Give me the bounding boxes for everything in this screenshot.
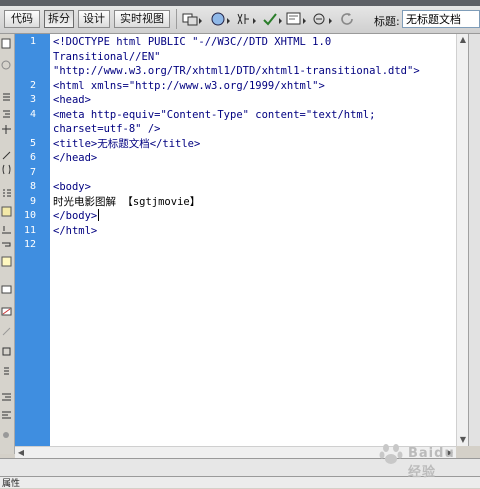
hidden-characters-icon[interactable] (1, 256, 12, 267)
indent-code-icon[interactable] (1, 392, 12, 403)
line-numbers-icon[interactable] (1, 188, 12, 199)
file-management-icon[interactable] (236, 11, 258, 27)
move-css-icon[interactable] (1, 366, 12, 377)
code-line: <html xmlns="http://www.w3.org/1999/xhtm… (53, 79, 325, 92)
code-line: <meta http-equiv="Content-Type" content=… (53, 108, 376, 121)
line-number: 7 (29, 166, 36, 178)
line-number: 2 (29, 79, 36, 91)
line-number: 9 (29, 195, 36, 207)
right-panel-edge (468, 34, 480, 446)
open-documents-icon[interactable] (1, 38, 12, 49)
collapse-selection-icon[interactable] (1, 108, 12, 119)
browser-compat-icon[interactable] (312, 11, 334, 27)
watermark-text: Baidu 经验 (408, 446, 455, 480)
line-number-gutter: 1 2 3 4 5 6 7 8 9 10 11 12 (15, 34, 50, 446)
line-number: 6 (29, 152, 36, 163)
code-line: <head> (53, 94, 91, 106)
remove-comment-icon[interactable] (1, 306, 12, 317)
line-number: 3 (29, 94, 36, 105)
code-line: </html> (53, 224, 98, 237)
format-source-icon[interactable] (1, 430, 12, 441)
recent-snippets-icon[interactable] (1, 346, 12, 357)
collapse-tag-icon[interactable] (1, 92, 12, 103)
preview-browser-icon[interactable] (210, 11, 232, 27)
line-number: 1 (29, 36, 36, 47)
code-line: </head> (53, 152, 98, 164)
multiscreen-icon[interactable] (182, 11, 204, 27)
line-number: 4 (29, 108, 36, 120)
apply-comment-icon[interactable] (1, 284, 12, 295)
visual-aids-icon[interactable] (286, 11, 308, 27)
wrap-tag-icon[interactable] (1, 326, 12, 337)
code-view-button[interactable]: 代码 (4, 10, 40, 28)
toolbar-separator (176, 9, 177, 29)
line-number: 12 (23, 239, 36, 250)
design-view-button[interactable]: 设计 (78, 10, 110, 28)
select-parent-tag-icon[interactable] (1, 150, 12, 161)
code-line: </body> (53, 210, 98, 222)
line-number: 5 (29, 137, 36, 149)
baidu-paw-icon (379, 444, 403, 464)
line-number: 8 (29, 181, 36, 192)
document-toolbar: 代码 拆分 设计 实时视图 标题: (0, 6, 480, 34)
document-title-input[interactable] (402, 10, 480, 28)
highlight-invalid-icon[interactable] (1, 206, 12, 217)
code-line-with-cursor: </body> (53, 209, 100, 224)
balance-braces-icon[interactable] (1, 164, 12, 175)
code-line: <body> (53, 181, 91, 193)
refresh-icon[interactable] (338, 11, 360, 27)
line-number: 10 (23, 210, 36, 221)
word-wrap-icon[interactable] (1, 240, 12, 251)
baidu-watermark: Baidu 经验 (370, 442, 470, 480)
split-view-button[interactable]: 拆分 (44, 10, 74, 28)
code-line: <title>无标题文档</title> (53, 137, 201, 150)
code-line: 时光电影图解 【sgtjmovie】 (53, 195, 201, 208)
text-cursor (98, 209, 100, 221)
expand-all-icon[interactable] (1, 124, 12, 135)
show-code-navigator-icon[interactable] (1, 60, 12, 71)
coding-toolbar (0, 34, 15, 454)
code-line: "http://www.w3.org/TR/xhtml1/DTD/xhtml1-… (53, 65, 420, 77)
title-label: 标题: (374, 15, 400, 28)
line-number: 11 (23, 224, 36, 236)
code-editor[interactable]: 1 2 3 4 5 6 7 8 9 10 11 12 <!DOCTYPE htm… (15, 34, 480, 446)
properties-tab-label: 属性 (2, 479, 21, 489)
live-view-button[interactable]: 实时视图 (114, 10, 170, 28)
syntax-error-icon[interactable] (1, 224, 12, 235)
code-line: Transitional//EN" (53, 50, 161, 63)
code-line: <!DOCTYPE html PUBLIC "-//W3C//DTD XHTML… (53, 36, 332, 48)
outdent-code-icon[interactable] (1, 410, 12, 421)
validate-markup-icon[interactable] (262, 11, 284, 27)
code-line: charset=utf-8" /> (53, 123, 161, 135)
